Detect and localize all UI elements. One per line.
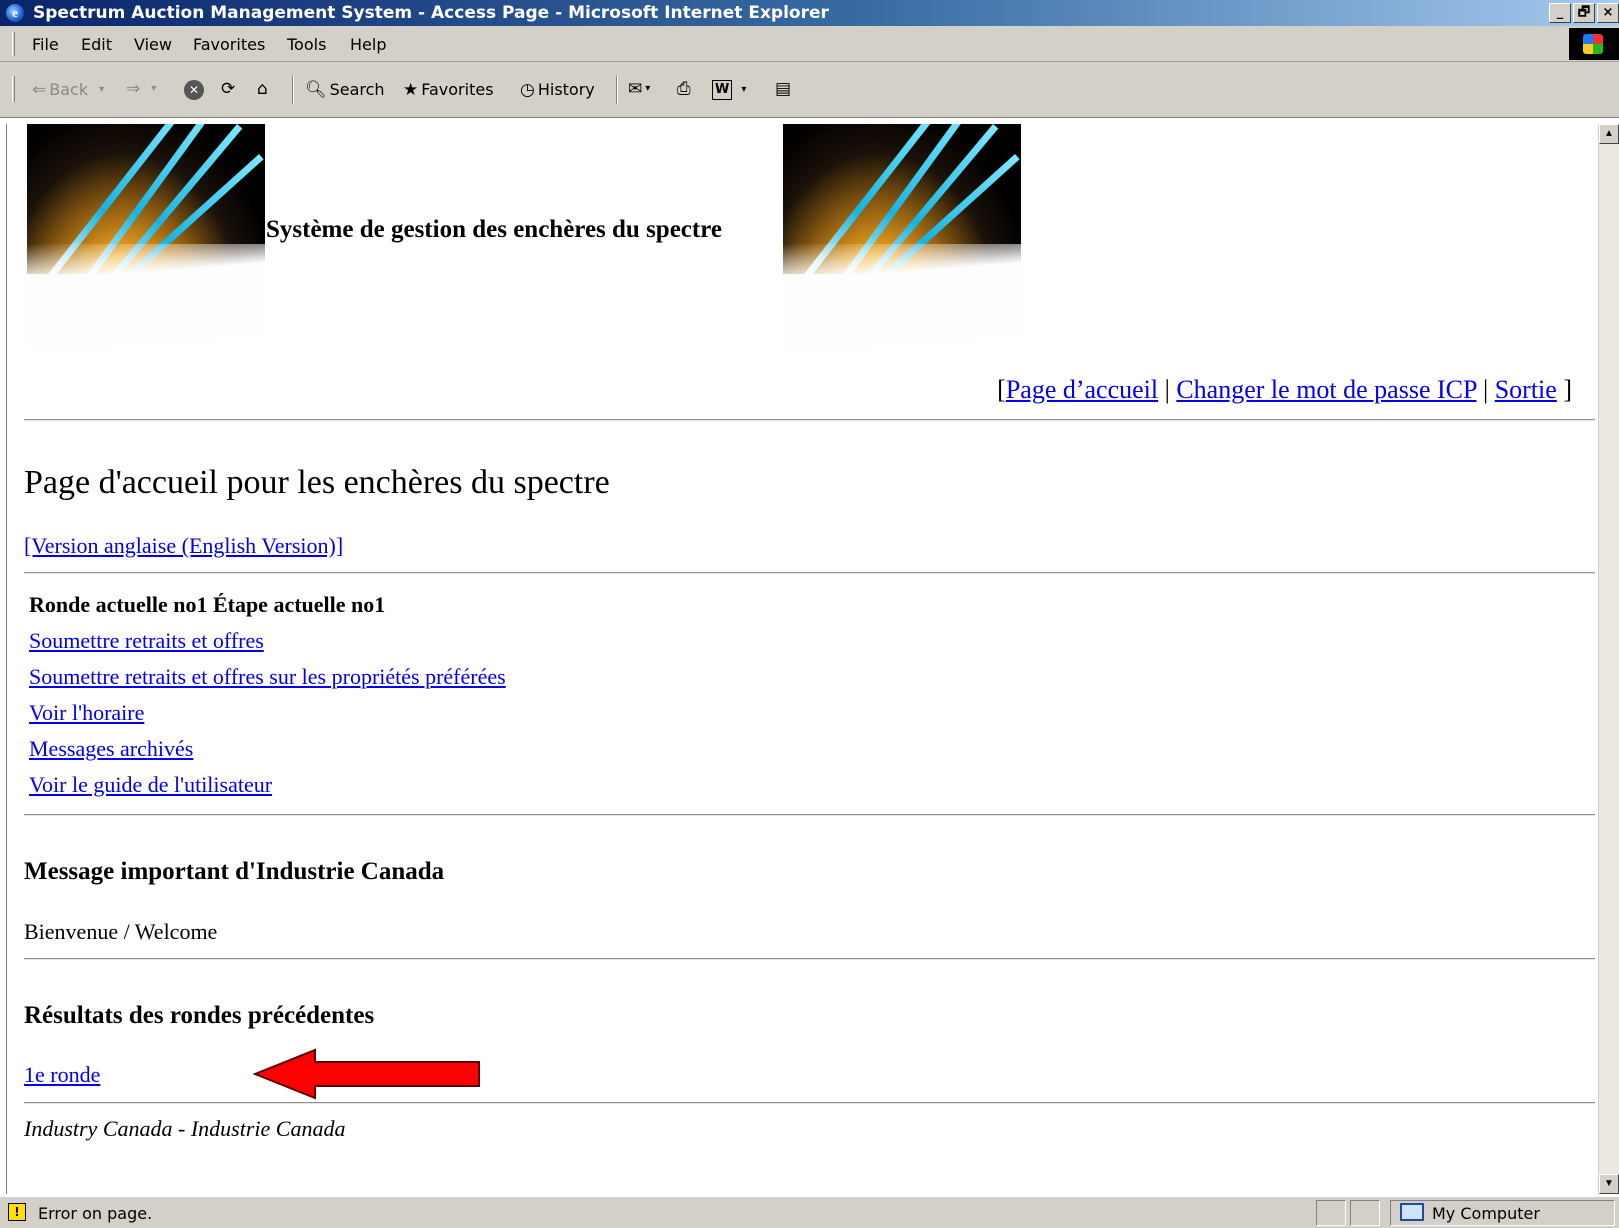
exit-link[interactable]: Sortie bbox=[1495, 375, 1557, 404]
status-pane bbox=[1350, 1200, 1380, 1226]
security-zone: My Computer bbox=[1432, 1204, 1540, 1223]
menu-view[interactable]: View bbox=[134, 35, 172, 54]
forward-button[interactable]: ⇒ ▾ bbox=[126, 80, 156, 98]
edit-dropdown-icon[interactable]: ▾ bbox=[741, 81, 746, 99]
link-separator: | bbox=[1158, 375, 1177, 404]
toolbar-separator bbox=[292, 76, 294, 104]
search-label: Search bbox=[329, 80, 385, 99]
system-title: Système de gestion des enchères du spect… bbox=[266, 216, 722, 243]
minimize-button[interactable]: _ bbox=[1549, 3, 1571, 23]
menu-tools[interactable]: Tools bbox=[287, 35, 326, 54]
spectrum-banner-image-right bbox=[783, 124, 1021, 350]
print-button[interactable]: ⎙ bbox=[677, 80, 691, 98]
submit-bids-link[interactable]: Soumettre retraits et offres bbox=[29, 628, 264, 654]
vertical-scrollbar[interactable]: ▲ ▼ bbox=[1598, 124, 1619, 1194]
history-button[interactable]: ◷ History bbox=[520, 80, 595, 99]
favorites-label: Favorites bbox=[421, 80, 494, 99]
window-titlebar: e Spectrum Auction Management System - A… bbox=[0, 0, 1619, 26]
window-controls: _ 🗗 × bbox=[1549, 3, 1619, 23]
maximize-button[interactable]: 🗗 bbox=[1573, 3, 1595, 23]
favorites-button[interactable]: ★ Favorites bbox=[403, 80, 494, 99]
standard-toolbar: ⇐ Back ▾ ⇒ ▾ ✕ ⟳ ⌂ 🔍︎ Search ★ Favorites… bbox=[0, 62, 1619, 118]
refresh-icon: ⟳ bbox=[221, 79, 236, 99]
forward-dropdown-icon[interactable]: ▾ bbox=[151, 80, 156, 98]
toolbar-grip bbox=[12, 76, 15, 102]
status-bar: ! Error on page. My Computer bbox=[0, 1196, 1619, 1228]
word-icon: W bbox=[712, 80, 733, 100]
favorites-icon: ★ bbox=[403, 79, 419, 100]
submit-preferred-bids-link[interactable]: Soumettre retraits et offres sur les pro… bbox=[29, 664, 506, 690]
round-1-results-link[interactable]: 1e ronde bbox=[24, 1062, 100, 1088]
back-button[interactable]: ⇐ Back ▾ bbox=[32, 80, 104, 99]
user-guide-link[interactable]: Voir le guide de l'utilisateur bbox=[29, 772, 272, 798]
page-viewport: Système de gestion des enchères du spect… bbox=[6, 124, 1598, 1194]
round-status: Ronde actuelle no1 Étape actuelle no1 bbox=[29, 592, 386, 617]
top-links: [Page d’accueil | Changer le mot de pass… bbox=[997, 375, 1572, 405]
message-heading: Message important d'Industrie Canada bbox=[24, 858, 445, 885]
print-icon: ⎙ bbox=[677, 79, 691, 99]
bracket-close: ] bbox=[1556, 375, 1572, 404]
menu-grip bbox=[12, 32, 15, 56]
scroll-down-icon[interactable]: ▼ bbox=[1599, 1174, 1619, 1194]
menu-favorites[interactable]: Favorites bbox=[193, 35, 265, 54]
window-title: Spectrum Auction Management System - Acc… bbox=[33, 3, 829, 23]
mail-icon: ✉ bbox=[628, 79, 643, 99]
back-dropdown-icon[interactable]: ▾ bbox=[99, 81, 104, 99]
change-password-link[interactable]: Changer le mot de passe ICP bbox=[1176, 375, 1476, 404]
menu-help[interactable]: Help bbox=[350, 35, 386, 54]
link-separator: | bbox=[1476, 375, 1495, 404]
mail-dropdown-icon[interactable]: ▾ bbox=[645, 80, 650, 98]
stop-button[interactable]: ✕ bbox=[184, 80, 204, 100]
edit-word-button[interactable]: W ▾ bbox=[712, 80, 746, 100]
search-icon: 🔍︎ bbox=[305, 79, 327, 100]
divider bbox=[24, 1102, 1595, 1104]
menu-edit[interactable]: Edit bbox=[81, 35, 112, 54]
warning-icon[interactable]: ! bbox=[8, 1203, 26, 1221]
discuss-icon: ▤ bbox=[775, 79, 792, 99]
stop-icon: ✕ bbox=[184, 80, 204, 100]
results-heading: Résultats des rondes précédentes bbox=[24, 1002, 375, 1029]
status-text: Error on page. bbox=[38, 1204, 153, 1223]
toolbar-separator bbox=[616, 76, 618, 104]
home-page-link[interactable]: Page d’accueil bbox=[1006, 375, 1158, 404]
bracket-open: [ bbox=[997, 375, 1006, 404]
divider bbox=[24, 814, 1595, 816]
english-version-link[interactable]: [Version anglaise (English Version)] bbox=[24, 533, 343, 559]
scroll-up-icon[interactable]: ▲ bbox=[1599, 124, 1619, 144]
menu-file[interactable]: File bbox=[32, 35, 59, 54]
mail-button[interactable]: ✉ ▾ bbox=[628, 80, 650, 98]
spectrum-banner-image-left bbox=[27, 124, 265, 350]
discuss-button[interactable]: ▤ bbox=[775, 80, 791, 98]
back-arrow-icon: ⇐ bbox=[32, 79, 47, 100]
divider bbox=[24, 958, 1595, 960]
search-button[interactable]: 🔍︎ Search bbox=[305, 80, 385, 99]
history-icon: ◷ bbox=[520, 79, 535, 100]
view-schedule-link[interactable]: Voir l'horaire bbox=[29, 700, 144, 726]
home-button[interactable]: ⌂ bbox=[257, 80, 268, 98]
forward-arrow-icon: ⇒ bbox=[126, 79, 141, 99]
page-title: Page d'accueil pour les enchères du spec… bbox=[24, 464, 610, 501]
back-label: Back bbox=[49, 80, 89, 99]
close-button[interactable]: × bbox=[1597, 3, 1619, 23]
internet-explorer-icon: e bbox=[6, 4, 24, 22]
red-arrow-annotation bbox=[253, 1048, 480, 1100]
archived-messages-link[interactable]: Messages archivés bbox=[29, 736, 193, 762]
status-pane bbox=[1316, 1200, 1346, 1226]
divider bbox=[24, 572, 1595, 574]
windows-logo-icon bbox=[1569, 28, 1619, 60]
history-label: History bbox=[537, 80, 595, 99]
footer-text: Industry Canada - Industrie Canada bbox=[24, 1116, 346, 1141]
menu-bar: File Edit View Favorites Tools Help bbox=[0, 26, 1619, 62]
my-computer-icon bbox=[1400, 1203, 1424, 1221]
home-icon: ⌂ bbox=[257, 79, 268, 99]
message-body: Bienvenue / Welcome bbox=[24, 919, 218, 944]
divider bbox=[24, 419, 1595, 421]
refresh-button[interactable]: ⟳ bbox=[221, 80, 235, 98]
